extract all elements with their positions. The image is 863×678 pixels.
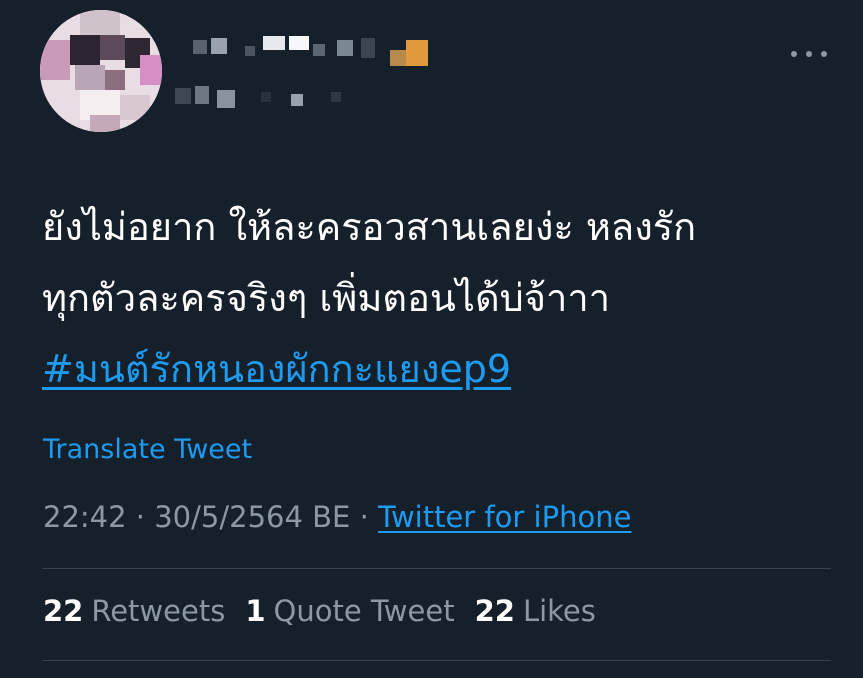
hashtag-link[interactable]: #มนต์รักหนองผักกะแยงep9 (42, 347, 511, 391)
divider (42, 660, 831, 661)
tweet-text-line: ยังไม่อยาก ให้ละครอวสานเลยง่ะ หลงรัก (42, 205, 697, 249)
tweet-source-link[interactable]: Twitter for iPhone (378, 500, 631, 534)
more-horizontal-icon-dot (806, 51, 812, 57)
likes-count: 22 (474, 594, 515, 628)
more-options-button[interactable] (791, 44, 827, 64)
meta-separator: · (350, 500, 379, 534)
retweets-stat[interactable]: 22 Retweets (43, 594, 225, 628)
divider (42, 568, 831, 569)
likes-label: Likes (522, 594, 596, 628)
author-name-block[interactable] (175, 36, 455, 116)
tweet-timestamp-row: 22:42 · 30/5/2564 BE · Twitter for iPhon… (43, 500, 631, 534)
quote-tweets-stat[interactable]: 1 Quote Tweet (245, 594, 454, 628)
meta-separator: · (126, 500, 155, 534)
likes-stat[interactable]: 22 Likes (475, 594, 596, 628)
retweets-label: Retweets (91, 594, 226, 628)
avatar[interactable] (40, 10, 162, 132)
engagement-stats: 22 Retweets 1 Quote Tweet 22 Likes (43, 594, 596, 628)
tweet-detail: ยังไม่อยาก ให้ละครอวสานเลยง่ะ หลงรัก ทุก… (0, 0, 863, 678)
tweet-text: ยังไม่อยาก ให้ละครอวสานเลยง่ะ หลงรัก ทุก… (42, 192, 832, 405)
more-horizontal-icon (791, 51, 797, 57)
quotes-count: 1 (245, 594, 266, 628)
tweet-time[interactable]: 22:42 (43, 500, 127, 534)
quotes-label: Quote Tweet (273, 594, 455, 628)
retweets-count: 22 (43, 594, 84, 628)
tweet-text-line: ทุกตัวละครจริงๆ เพิ่มตอนได้บ่จ้าาา (42, 276, 611, 320)
more-horizontal-icon-dot (821, 51, 827, 57)
tweet-date[interactable]: 30/5/2564 BE (154, 500, 350, 534)
translate-tweet-link[interactable]: Translate Tweet (43, 434, 252, 465)
